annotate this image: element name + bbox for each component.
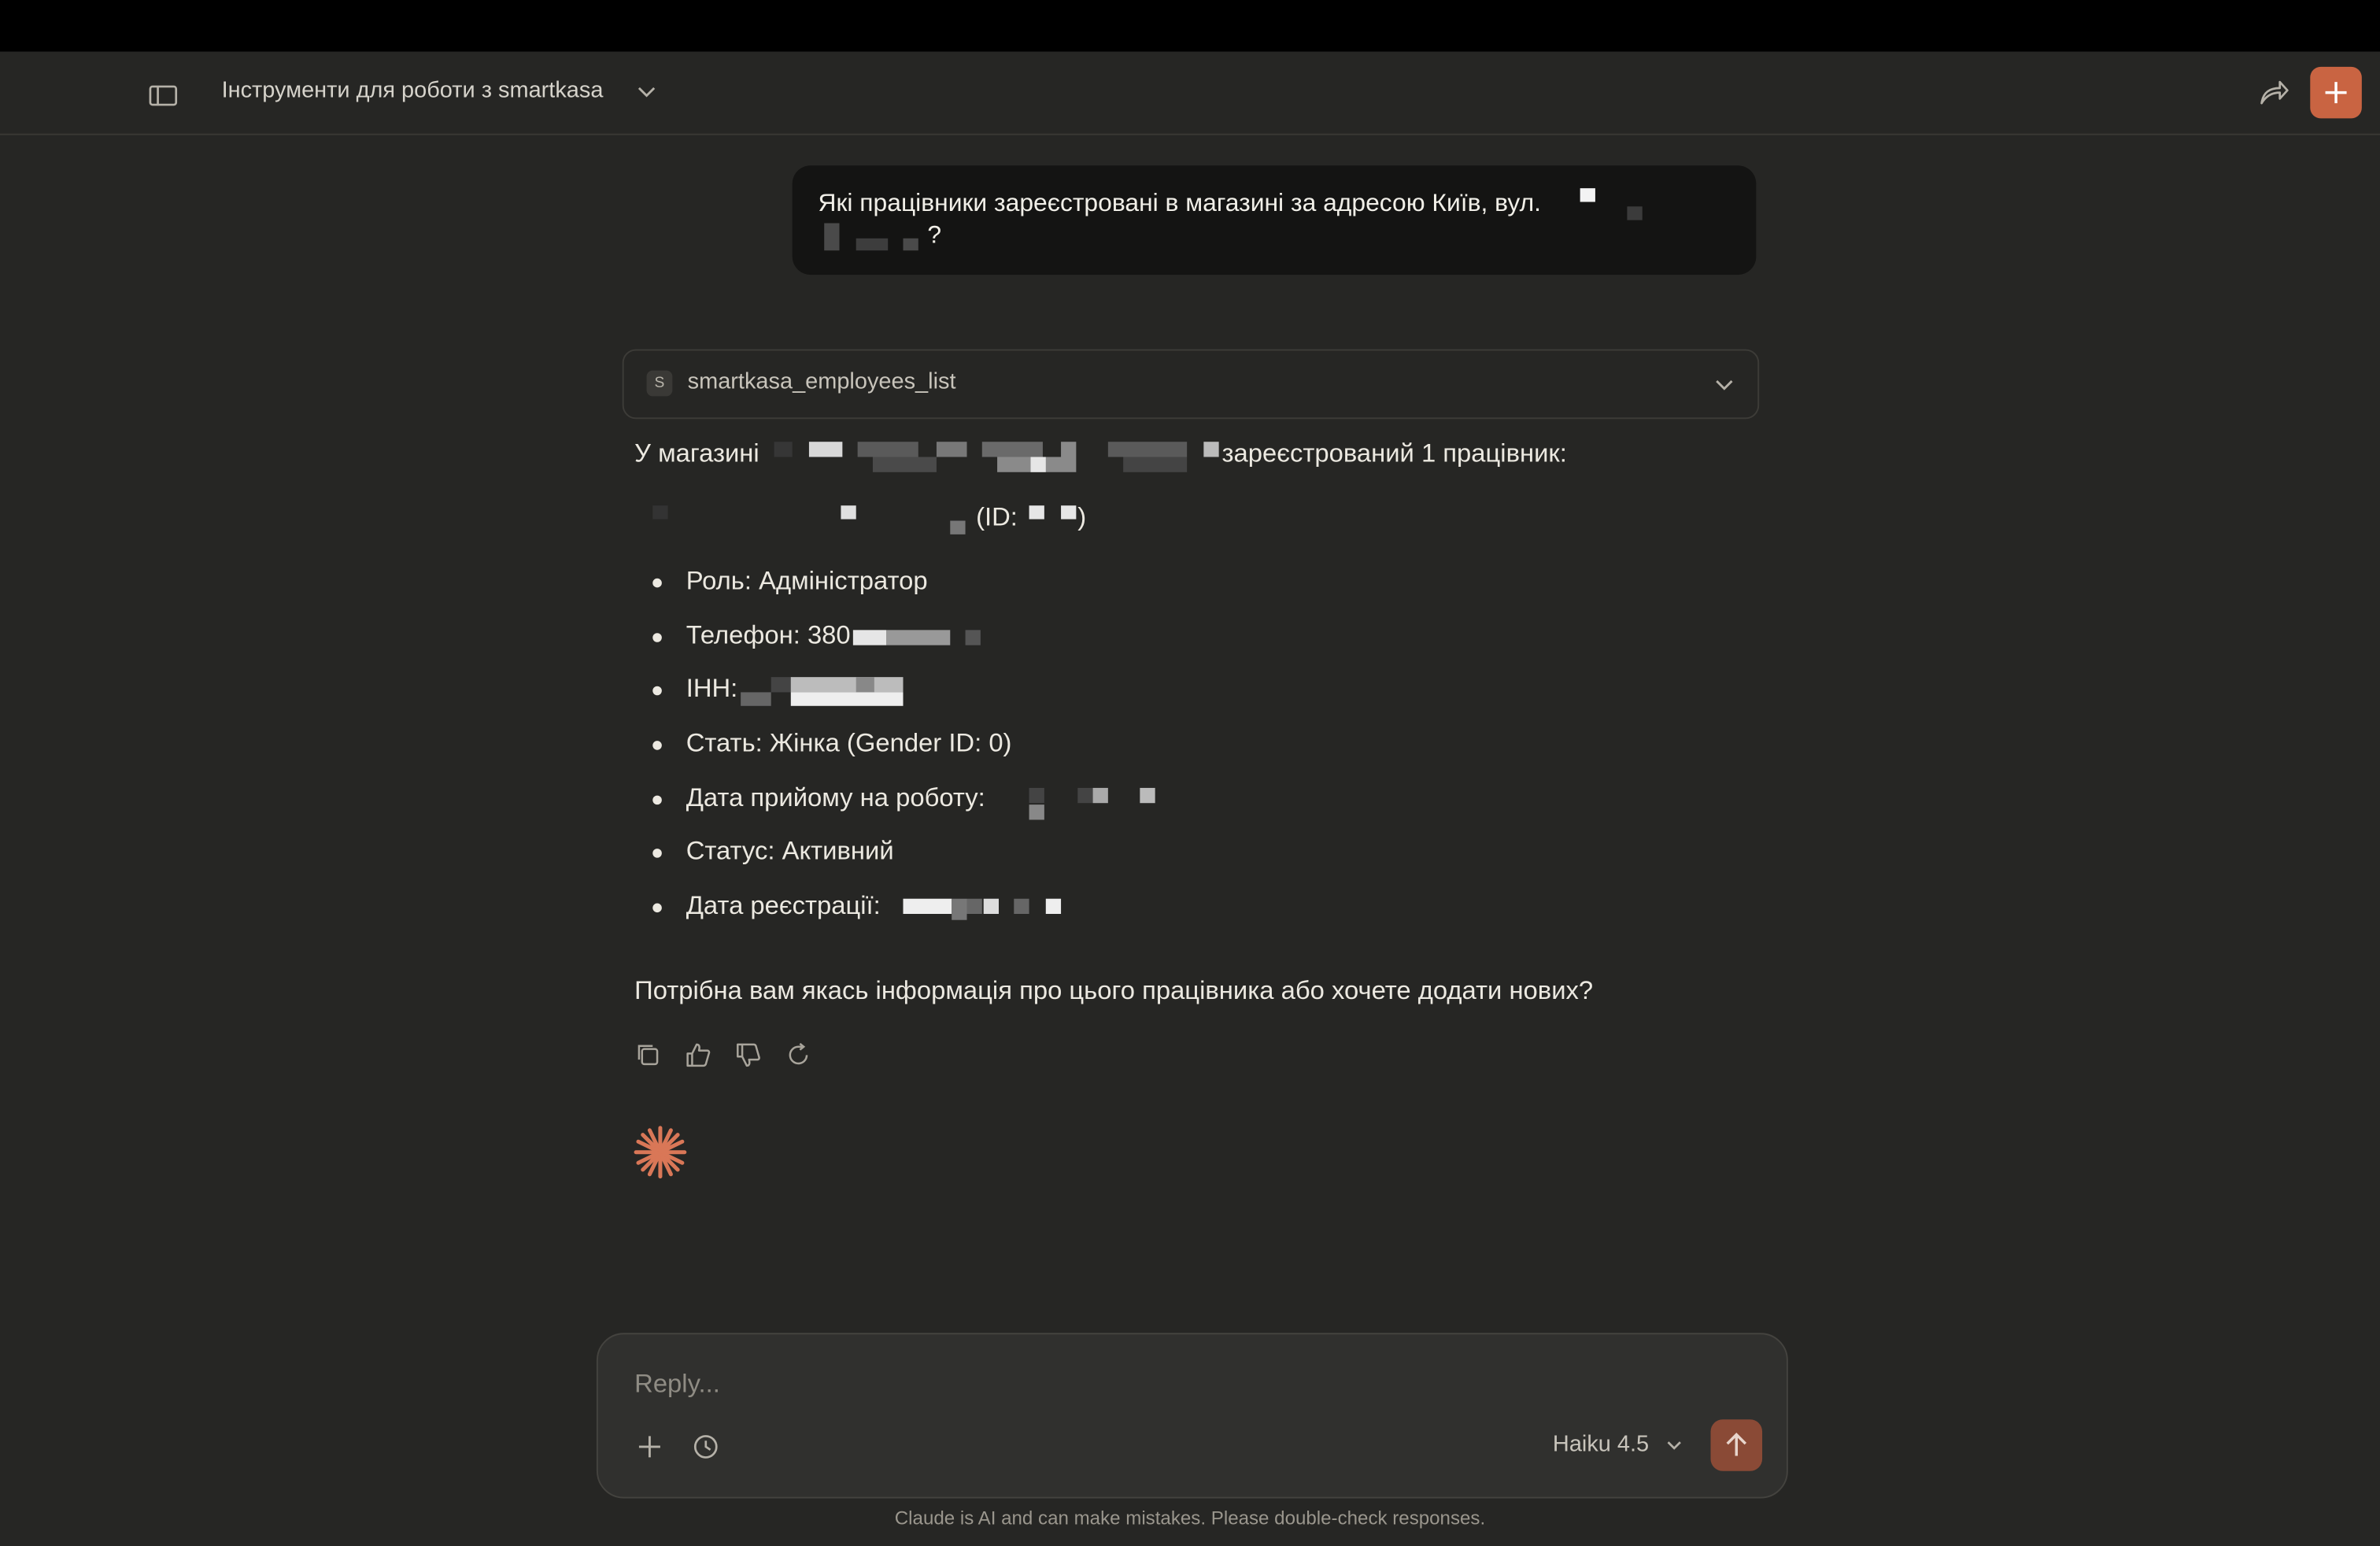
attach-plus-icon[interactable]	[634, 1432, 665, 1463]
response-intro-prefix: У магазині	[634, 438, 759, 468]
list-item: Телефон: 380	[686, 620, 851, 650]
redacted-block	[1580, 188, 1595, 202]
top-bar	[0, 0, 2380, 52]
tool-name: smartkasa_employees_list	[687, 368, 956, 395]
user-message: Які працівники зареєстровані в магазині …	[792, 165, 1757, 276]
list-item: Дата реєстрації:	[686, 891, 881, 920]
list-item: ІНН:	[686, 674, 738, 703]
employee-id-label: (ID:	[976, 502, 1018, 531]
list-bullet	[652, 578, 662, 588]
list-item: Стать: Жінка (Gender ID: 0)	[686, 728, 1012, 758]
employee-id-close: )	[1077, 502, 1087, 531]
thumbs-down-icon[interactable]	[734, 1041, 762, 1069]
list-bullet	[652, 795, 662, 805]
list-bullet	[652, 849, 662, 858]
list-bullet	[652, 741, 662, 750]
response-closing: Потрібна вам якась інформація про цього …	[634, 976, 1594, 1005]
new-chat-button[interactable]	[2310, 66, 2362, 119]
redacted-block	[1627, 206, 1643, 220]
list-item: Роль: Адміністратор	[686, 566, 928, 595]
list-item: Дата прийому на роботу:	[686, 783, 985, 812]
user-message-line: Які працівники зареєстровані в магазині …	[818, 190, 1542, 217]
response-intro-suffix: зареєстрований 1 працівник:	[1221, 438, 1567, 468]
user-message-end: ?	[927, 221, 942, 250]
send-button[interactable]	[1710, 1419, 1763, 1471]
model-name: Haiku 4.5	[1552, 1431, 1650, 1458]
model-selector[interactable]: Haiku 4.5	[1552, 1431, 1683, 1458]
redacted-block	[824, 223, 840, 251]
reply-composer: Haiku 4.5	[596, 1333, 1788, 1499]
share-icon[interactable]	[2256, 76, 2292, 109]
redacted-block	[1029, 505, 1044, 520]
list-item: Статус: Активний	[686, 836, 894, 866]
chat-title[interactable]: Інструменти для роботи з smartkasa	[222, 77, 604, 103]
list-bullet	[652, 633, 662, 642]
list-bullet	[652, 686, 662, 696]
sidebar-toggle-icon[interactable]	[147, 82, 180, 109]
tool-call-toggle[interactable]: S smartkasa_employees_list	[622, 349, 1760, 420]
chevron-down-icon[interactable]	[634, 80, 659, 105]
plus-icon	[2325, 82, 2347, 104]
thumbs-up-icon[interactable]	[685, 1041, 712, 1069]
redacted-block	[1061, 505, 1077, 520]
redacted-block	[903, 238, 918, 251]
claude-spark-icon	[634, 1126, 687, 1179]
list-bullet	[652, 903, 662, 913]
redacted-block	[856, 238, 889, 251]
history-clock-icon[interactable]	[690, 1432, 721, 1463]
copy-icon[interactable]	[634, 1041, 662, 1069]
chevron-down-icon	[1666, 1441, 1681, 1450]
retry-icon[interactable]	[785, 1041, 812, 1069]
reply-input[interactable]	[631, 1367, 1488, 1402]
ai-disclaimer: Claude is AI and can make mistakes. Plea…	[894, 1507, 1486, 1529]
arrow-up-icon	[1726, 1433, 1747, 1456]
tool-badge: S	[646, 370, 673, 397]
chevron-down-icon	[1716, 380, 1733, 390]
chat-header: Інструменти для роботи з smartkasa	[0, 51, 2380, 135]
app-root: Інструменти для роботи з smartkasa Які п…	[0, 0, 2380, 1545]
